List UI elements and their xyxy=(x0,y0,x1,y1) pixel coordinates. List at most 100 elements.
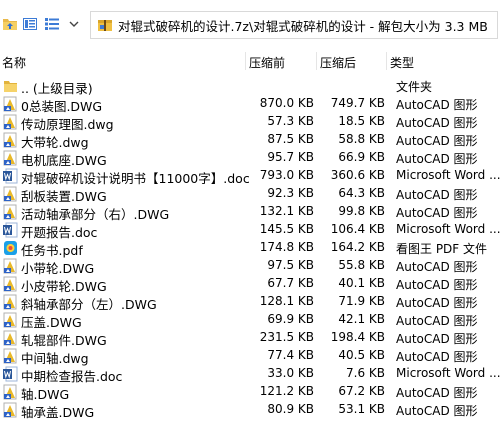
autocad-icon xyxy=(3,276,18,292)
size-after: 40.5 KB xyxy=(338,348,385,362)
size-after: 99.8 KB xyxy=(338,204,385,218)
size-after: 67.2 KB xyxy=(338,384,385,398)
file-type: AutoCAD 图形 xyxy=(396,152,478,166)
autocad-icon xyxy=(3,132,18,148)
size-before: 77.4 KB xyxy=(267,348,314,362)
word-icon xyxy=(3,222,18,238)
file-row[interactable]: 开题报告.doc 145.5 KB 106.4 KB Microsoft Word .… xyxy=(0,221,500,240)
size-before: 132.1 KB xyxy=(259,204,314,218)
file-type: AutoCAD 图形 xyxy=(396,188,478,202)
file-type: AutoCAD 图形 xyxy=(396,314,478,328)
file-type: AutoCAD 图形 xyxy=(396,278,478,292)
file-type: Microsoft Word ... xyxy=(396,366,500,380)
size-after: 58.8 KB xyxy=(338,132,385,146)
file-row[interactable]: 电机底座.DWG 95.7 KB 66.9 KB AutoCAD 图形 xyxy=(0,149,500,168)
file-row[interactable]: 轴.DWG 121.2 KB 67.2 KB AutoCAD 图形 xyxy=(0,383,500,402)
file-type: 看图王 PDF 文件 xyxy=(396,242,488,256)
list-view-icon[interactable] xyxy=(44,17,60,31)
size-before: 69.9 KB xyxy=(267,312,314,326)
size-after: 7.6 KB xyxy=(346,366,385,380)
size-before: 92.3 KB xyxy=(267,186,314,200)
file-row[interactable]: 刮板装置.DWG 92.3 KB 64.3 KB AutoCAD 图形 xyxy=(0,185,500,204)
size-before: 87.5 KB xyxy=(267,132,314,146)
column-name[interactable]: 名称 xyxy=(2,54,26,71)
size-after: 164.2 KB xyxy=(330,240,385,254)
size-after: 106.4 KB xyxy=(330,222,385,236)
size-after: 64.3 KB xyxy=(338,186,385,200)
file-name: 轴承盖.DWG xyxy=(21,405,95,420)
size-after: 198.4 KB xyxy=(330,330,385,344)
address-bar[interactable]: 对辊式破碎机的设计.7z\对辊式破碎机的设计 - 解包大小为 3.3 MB xyxy=(90,11,498,39)
file-list: .. (上级目录) 文件夹 0总装图.DWG 870.0 KB 749.7 KB Auto… xyxy=(0,77,500,420)
file-type: 文件夹 xyxy=(396,80,433,94)
file-type: AutoCAD 图形 xyxy=(396,206,478,220)
size-after: 18.5 KB xyxy=(338,114,385,128)
file-type: AutoCAD 图形 xyxy=(396,98,478,112)
file-type: AutoCAD 图形 xyxy=(396,116,478,130)
size-before: 95.7 KB xyxy=(267,150,314,164)
file-type: Microsoft Word ... xyxy=(396,168,500,182)
size-before: 793.0 KB xyxy=(259,168,314,182)
view-icon[interactable] xyxy=(22,17,38,31)
autocad-icon xyxy=(3,330,18,346)
size-before: 80.9 KB xyxy=(267,402,314,416)
size-after: 40.1 KB xyxy=(338,276,385,290)
size-after: 749.7 KB xyxy=(330,96,385,110)
column-header: 名称 压缩前 压缩后 类型 xyxy=(0,52,500,70)
autocad-icon xyxy=(3,348,18,364)
autocad-icon xyxy=(3,150,18,166)
file-row[interactable]: 大带轮.dwg 87.5 KB 58.8 KB AutoCAD 图形 xyxy=(0,131,500,150)
file-row[interactable]: 斜轴承部分（左）.DWG 128.1 KB 71.9 KB AutoCAD 图形 xyxy=(0,293,500,312)
word-icon xyxy=(3,366,18,382)
size-before: 174.8 KB xyxy=(259,240,314,254)
file-row[interactable]: 轧辊部件.DWG 231.5 KB 198.4 KB AutoCAD 图形 xyxy=(0,329,500,348)
size-after: 71.9 KB xyxy=(338,294,385,308)
file-row[interactable]: 0总装图.DWG 870.0 KB 749.7 KB AutoCAD 图形 xyxy=(0,95,500,114)
file-row[interactable]: 对辊破碎机设计说明书【11000字】.doc 793.0 KB 360.6 KB Mi… xyxy=(0,167,500,186)
file-row[interactable]: 中间轴.dwg 77.4 KB 40.5 KB AutoCAD 图形 xyxy=(0,347,500,366)
file-row[interactable]: 小带轮.DWG 97.5 KB 55.8 KB AutoCAD 图形 xyxy=(0,257,500,276)
size-before: 128.1 KB xyxy=(259,294,314,308)
file-type: AutoCAD 图形 xyxy=(396,386,478,400)
column-type[interactable]: 类型 xyxy=(390,54,414,71)
size-before: 97.5 KB xyxy=(267,258,314,272)
size-after: 360.6 KB xyxy=(330,168,385,182)
size-before: 57.3 KB xyxy=(267,114,314,128)
autocad-icon xyxy=(3,96,18,112)
file-type: AutoCAD 图形 xyxy=(396,134,478,148)
file-row[interactable]: 小皮带轮.DWG 67.7 KB 40.1 KB AutoCAD 图形 xyxy=(0,275,500,294)
word-icon xyxy=(3,168,18,184)
file-row[interactable]: 传动原理图.dwg 57.3 KB 18.5 KB AutoCAD 图形 xyxy=(0,113,500,132)
file-row[interactable]: 中期检查报告.doc 33.0 KB 7.6 KB Microsoft Word ..… xyxy=(0,365,500,384)
file-row[interactable]: 任务书.pdf 174.8 KB 164.2 KB 看图王 PDF 文件 xyxy=(0,239,500,258)
size-before: 145.5 KB xyxy=(259,222,314,236)
autocad-icon xyxy=(3,204,18,220)
folder-up-icon[interactable] xyxy=(2,17,18,31)
chevron-down-icon[interactable] xyxy=(66,17,82,31)
column-packed[interactable]: 压缩前 xyxy=(249,54,285,71)
autocad-icon xyxy=(3,384,18,400)
pdf-icon xyxy=(3,240,18,256)
size-after: 66.9 KB xyxy=(338,150,385,164)
file-row[interactable]: .. (上级目录) 文件夹 xyxy=(0,77,500,96)
size-after: 55.8 KB xyxy=(338,258,385,272)
file-type: AutoCAD 图形 xyxy=(396,332,478,346)
size-before: 121.2 KB xyxy=(259,384,314,398)
file-type: AutoCAD 图形 xyxy=(396,350,478,364)
file-row[interactable]: 活动轴承部分（右）.DWG 132.1 KB 99.8 KB AutoCAD 图形 xyxy=(0,203,500,222)
file-type: AutoCAD 图形 xyxy=(396,296,478,310)
file-row[interactable]: 压盖.DWG 69.9 KB 42.1 KB AutoCAD 图形 xyxy=(0,311,500,330)
autocad-icon xyxy=(3,186,18,202)
size-before: 67.7 KB xyxy=(267,276,314,290)
address-path: 对辊式破碎机的设计.7z\对辊式破碎机的设计 - 解包大小为 3.3 MB xyxy=(118,18,488,34)
autocad-icon xyxy=(3,402,18,418)
column-compressed[interactable]: 压缩后 xyxy=(320,54,356,71)
file-row[interactable]: 轴承盖.DWG 80.9 KB 53.1 KB AutoCAD 图形 xyxy=(0,401,500,420)
size-after: 42.1 KB xyxy=(338,312,385,326)
size-before: 231.5 KB xyxy=(259,330,314,344)
file-type: AutoCAD 图形 xyxy=(396,404,478,418)
size-before: 33.0 KB xyxy=(267,366,314,380)
folder-icon xyxy=(3,78,18,94)
file-type: Microsoft Word ... xyxy=(396,222,500,236)
size-after: 53.1 KB xyxy=(338,402,385,416)
